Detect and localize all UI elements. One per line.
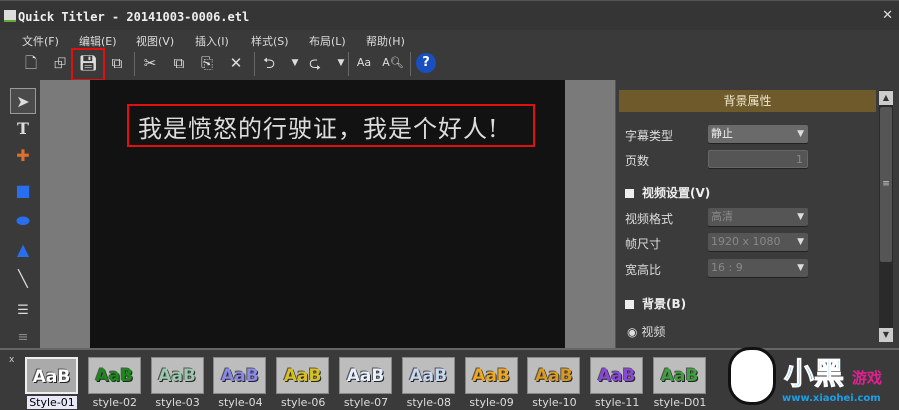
- divider: [254, 52, 255, 76]
- aspect-ratio-value: 16 : 9: [711, 261, 743, 274]
- menu-edit[interactable]: 编辑(E): [79, 31, 117, 49]
- menu-insert[interactable]: 插入(I): [195, 31, 229, 49]
- new-icon[interactable]: 🗋: [20, 52, 42, 74]
- pages-input[interactable]: 1: [708, 150, 808, 168]
- style-swatch-style-04[interactable]: AaB: [213, 357, 267, 394]
- caption-text[interactable]: 我是愤怒的行驶证，我是个好人!: [138, 109, 499, 144]
- chevron-down-icon: ▼: [797, 263, 804, 273]
- frame-size-select[interactable]: 1920 x 1080 ▼: [708, 233, 808, 251]
- undo-icon[interactable]: ⮌: [258, 52, 280, 74]
- cut-icon[interactable]: ✂: [139, 52, 161, 74]
- menu-style[interactable]: 样式(S): [251, 31, 289, 49]
- window-title: Quick Titler - 20141003-0006.etl: [18, 10, 250, 24]
- style-swatch-style-01[interactable]: AaB: [25, 357, 78, 394]
- style-swatch-style-08[interactable]: AaB: [401, 357, 455, 394]
- video-format-select[interactable]: 高清 ▼: [708, 208, 808, 226]
- style-swatch-style-06[interactable]: AaB: [276, 357, 330, 394]
- help-icon[interactable]: ?: [416, 53, 436, 73]
- scroll-thumb[interactable]: ≡: [880, 107, 892, 262]
- menu-help[interactable]: 帮助(H): [366, 31, 405, 49]
- delete-icon[interactable]: ✕: [225, 52, 247, 74]
- style-label: Style-01: [27, 396, 77, 409]
- menu-file[interactable]: 文件(F): [22, 31, 59, 49]
- align-tool-icon[interactable]: ☰: [10, 298, 36, 324]
- video-settings-label: 视频设置(V): [642, 186, 711, 200]
- menu-layout[interactable]: 布局(L): [309, 31, 346, 49]
- chevron-down-icon: ▼: [797, 212, 804, 222]
- video-format-label: 视频格式: [625, 212, 674, 226]
- style-label: style-07: [343, 396, 389, 409]
- close-button[interactable]: ✕: [882, 8, 893, 23]
- divider: [134, 52, 135, 76]
- paste-icon[interactable]: ⎘: [196, 52, 218, 74]
- undo-dropdown-icon[interactable]: ▼: [284, 52, 306, 74]
- divider: [410, 52, 411, 76]
- save-as-icon[interactable]: ⧉: [106, 52, 128, 74]
- divider: [348, 52, 349, 76]
- panel-title: 背景属性: [619, 90, 876, 112]
- collapse-icon: [625, 189, 634, 198]
- app-icon: [4, 10, 16, 22]
- save-highlight: [71, 48, 105, 81]
- style-label: style-09: [469, 396, 514, 409]
- open-icon[interactable]: ⮺: [49, 52, 71, 74]
- style-label: style-06: [281, 396, 326, 409]
- style-swatch-style-03[interactable]: AaB: [150, 357, 204, 394]
- line-tool-icon[interactable]: ╲: [10, 266, 36, 292]
- close-gallery-icon[interactable]: x: [9, 355, 14, 365]
- radio-selected-icon: ◉: [627, 325, 638, 339]
- bg-video-radio[interactable]: ◉ 视频: [627, 323, 665, 340]
- style-swatch-style-02[interactable]: AaB: [87, 357, 141, 394]
- subtitle-type-value: 静止: [711, 127, 733, 140]
- text-tool-icon[interactable]: T: [10, 116, 36, 142]
- style-label: style-02: [92, 396, 137, 409]
- subtitle-type-select[interactable]: 静止 ▼: [708, 125, 808, 143]
- background-label: 背景(B): [642, 297, 687, 311]
- select-tool-icon[interactable]: ➤: [10, 88, 36, 114]
- frame-size-label: 帧尺寸: [625, 237, 662, 251]
- watermark-logo: 小黑 游戏 www.xiaohei.com: [720, 345, 899, 410]
- chevron-down-icon: ▼: [797, 129, 804, 139]
- frame-size-value: 1920 x 1080: [711, 235, 781, 248]
- style-swatch-style-09[interactable]: AaB: [464, 357, 518, 394]
- style-label: style-04: [218, 396, 263, 409]
- rectangle-tool-icon[interactable]: ■: [10, 178, 36, 204]
- style-label: style-10: [532, 396, 577, 409]
- chevron-down-icon: ▼: [797, 237, 804, 247]
- style-swatch-style-d01[interactable]: AaB: [653, 357, 706, 394]
- style-label: style-08: [406, 396, 451, 409]
- aspect-ratio-select[interactable]: 16 : 9 ▼: [708, 259, 808, 277]
- copy-icon[interactable]: ⧉: [168, 52, 190, 74]
- video-settings-section[interactable]: 视频设置(V): [625, 184, 710, 201]
- style-label: style-D01: [653, 396, 707, 409]
- style-label: style-11: [595, 396, 640, 409]
- triangle-tool-icon[interactable]: ▲: [10, 237, 36, 263]
- crop-tool-icon[interactable]: ✚: [10, 143, 36, 169]
- style-swatch-style-10[interactable]: AaB: [527, 357, 581, 394]
- bg-video-label: 视频: [641, 325, 666, 339]
- ellipse-tool-icon[interactable]: ⬬: [10, 208, 36, 234]
- style-swatch-style-07[interactable]: AaB: [339, 357, 392, 394]
- scroll-up-icon[interactable]: ▲: [879, 91, 893, 105]
- style-label: style-03: [155, 396, 200, 409]
- find-text-icon[interactable]: A🔍︎: [382, 52, 404, 74]
- style-swatch-style-11[interactable]: AaB: [590, 357, 644, 394]
- scroll-down-icon[interactable]: ▼: [879, 328, 893, 342]
- aspect-ratio-label: 宽高比: [625, 263, 662, 277]
- pages-label: 页数: [625, 154, 650, 168]
- video-format-value: 高清: [711, 210, 733, 223]
- subtitle-type-label: 字幕类型: [625, 129, 674, 143]
- redo-icon[interactable]: ⮎: [304, 52, 326, 74]
- background-section[interactable]: 背景(B): [625, 295, 686, 312]
- collapse-icon: [625, 300, 634, 309]
- menu-view[interactable]: 视图(V): [136, 31, 174, 49]
- text-style-icon[interactable]: Aa: [353, 52, 375, 74]
